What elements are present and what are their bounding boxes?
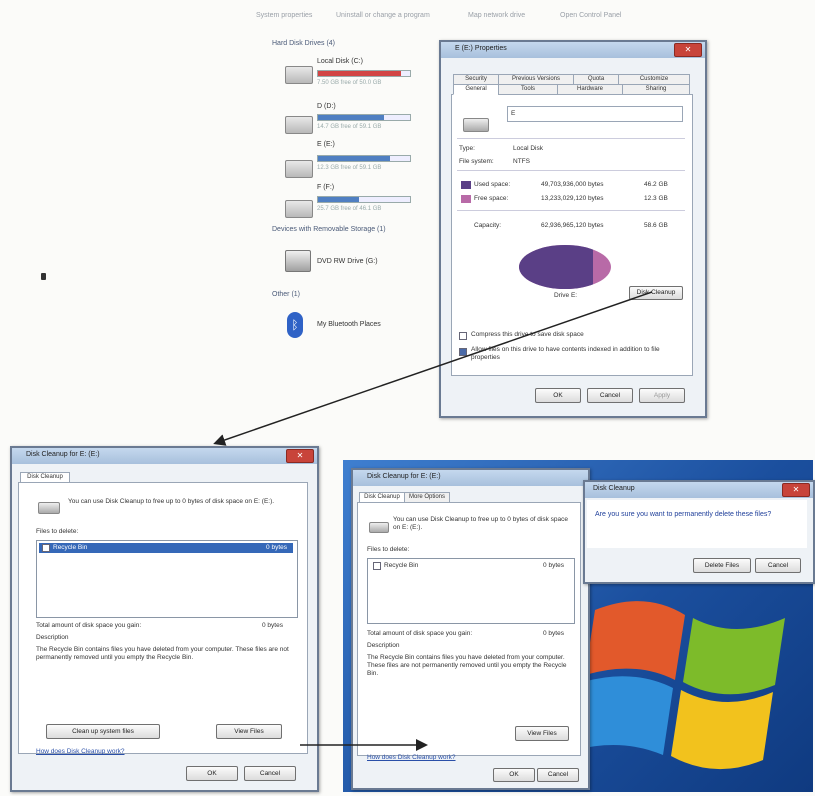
arrow-to-cleanup <box>213 291 653 446</box>
annotation-arrows <box>213 291 653 751</box>
